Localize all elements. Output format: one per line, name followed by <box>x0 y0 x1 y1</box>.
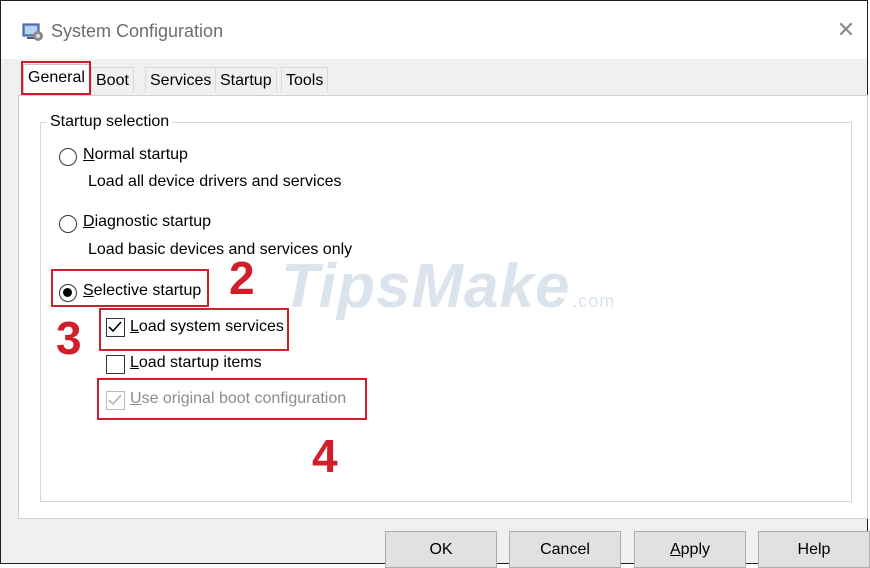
tab-services[interactable]: Services <box>145 67 217 93</box>
cancel-button[interactable]: Cancel <box>509 531 621 568</box>
highlight-load-system-services <box>99 308 289 351</box>
load-startup-items-label[interactable]: Load startup items <box>130 354 262 372</box>
tab-tools[interactable]: Tools <box>281 67 329 93</box>
startup-selection-title: Startup selection <box>47 113 173 131</box>
tab-boot[interactable]: Boot <box>91 67 134 93</box>
tab-startup[interactable]: Startup <box>215 67 277 93</box>
ok-button[interactable]: OK <box>385 531 497 568</box>
system-configuration-app-icon <box>21 20 45 44</box>
apply-button[interactable]: Apply <box>634 531 746 568</box>
window-title: System Configuration <box>51 21 224 41</box>
annotation-number-4: 4 <box>312 430 338 482</box>
normal-startup-label[interactable]: Normal startup <box>83 146 188 164</box>
diagnostic-startup-label[interactable]: Diagnostic startup <box>83 213 211 231</box>
load-startup-items-checkbox[interactable] <box>106 355 125 374</box>
title-bar: System Configuration ✕ <box>1 1 867 59</box>
diagnostic-startup-radio[interactable] <box>59 215 77 233</box>
tipsmake-watermark: TipsMake .com <box>281 252 616 321</box>
help-button[interactable]: Help <box>758 531 870 568</box>
highlight-use-original-boot-configuration <box>97 378 367 420</box>
highlight-tab-general <box>21 61 91 95</box>
annotation-number-3: 3 <box>56 312 82 364</box>
normal-startup-description: Load all device drivers and services <box>88 173 342 190</box>
tab-strip: General Boot Services Startup Tools <box>1 59 867 97</box>
normal-startup-radio[interactable] <box>59 148 77 166</box>
close-icon[interactable]: ✕ <box>833 17 859 43</box>
annotation-number-2: 2 <box>229 252 255 304</box>
system-configuration-window: System Configuration ✕ General Boot Serv… <box>0 0 870 568</box>
highlight-selective-startup <box>51 269 209 307</box>
